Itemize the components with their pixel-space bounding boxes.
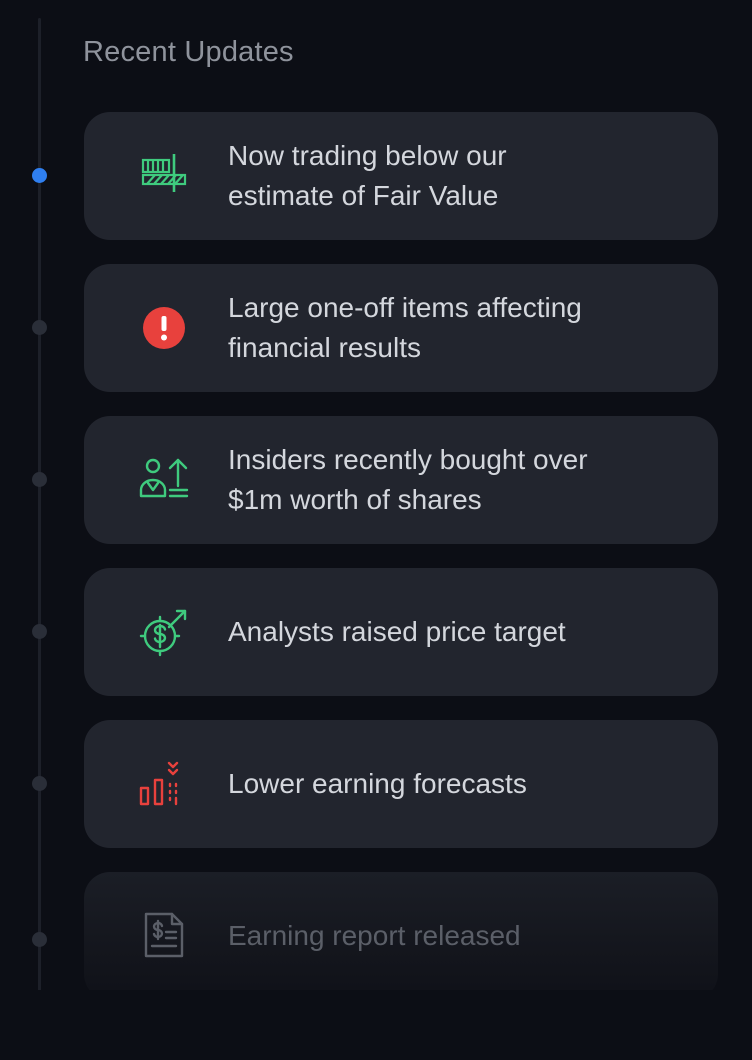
update-card-price-target[interactable]: Analysts raised price target bbox=[84, 568, 718, 696]
earnings-report-icon bbox=[136, 908, 192, 964]
update-list: Now trading below our estimate of Fair V… bbox=[0, 0, 752, 1060]
update-text: Insiders recently bought over $1m worth … bbox=[228, 444, 588, 515]
update-card-earnings-report[interactable]: Earning report released bbox=[84, 872, 718, 1000]
update-card-lower-forecasts[interactable]: Lower earning forecasts bbox=[84, 720, 718, 848]
update-card-one-off-items[interactable]: Large one-off items affecting financial … bbox=[84, 264, 718, 392]
insider-buy-icon bbox=[136, 452, 192, 508]
timeline-dot bbox=[32, 932, 47, 947]
update-text: Lower earning forecasts bbox=[228, 768, 527, 799]
timeline-dot bbox=[32, 472, 47, 487]
fair-value-icon bbox=[136, 148, 192, 204]
bottom-fade bbox=[0, 990, 752, 1060]
timeline-dot bbox=[32, 624, 47, 639]
timeline-dot bbox=[32, 320, 47, 335]
timeline-dot bbox=[32, 776, 47, 791]
update-text: Now trading below our estimate of Fair V… bbox=[228, 140, 507, 211]
update-text: Large one-off items affecting financial … bbox=[228, 292, 582, 363]
update-card-insider-buying[interactable]: Insiders recently bought over $1m worth … bbox=[84, 416, 718, 544]
timeline-dot-active bbox=[32, 168, 47, 183]
update-text: Earning report released bbox=[228, 920, 521, 951]
update-text: Analysts raised price target bbox=[228, 616, 566, 647]
earnings-down-icon bbox=[136, 756, 192, 812]
price-target-up-icon bbox=[136, 604, 192, 660]
recent-updates-screen: Recent Updates Now trading below our est… bbox=[0, 0, 752, 1060]
update-card-fair-value[interactable]: Now trading below our estimate of Fair V… bbox=[84, 112, 718, 240]
alert-icon bbox=[136, 300, 192, 356]
